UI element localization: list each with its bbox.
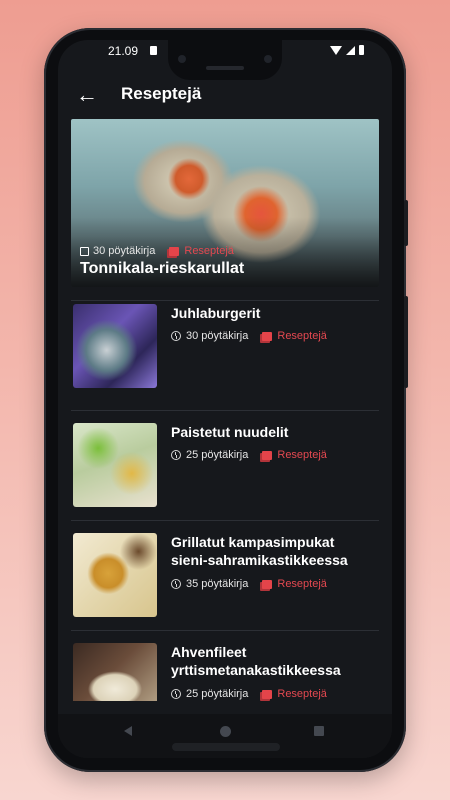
- list-item[interactable]: Ahvenfileet yrttismetanakastikkeessa 25 …: [71, 630, 379, 701]
- collection-icon: [169, 246, 180, 256]
- recipe-thumbnail: [73, 304, 157, 388]
- recipe-count: 35 pöytäkirja: [186, 578, 249, 590]
- recipe-title-line: sieni-sahramikastikkeessa: [171, 552, 348, 568]
- collection-icon: [262, 689, 273, 699]
- back-button[interactable]: ←: [72, 80, 102, 110]
- arrow-left-icon: ←: [76, 82, 98, 107]
- recipe-meta: 25 pöytäkirja Reseptejä: [171, 688, 327, 700]
- signal-icon: [346, 45, 355, 55]
- recipe-meta: 30 pöytäkirja Reseptejä: [171, 330, 327, 342]
- clock-icon: [171, 331, 181, 341]
- nav-recents-icon[interactable]: [314, 726, 324, 736]
- speaker-grille: [172, 743, 280, 751]
- power-button: [404, 200, 408, 246]
- camera-notch: [168, 40, 282, 80]
- recipe-count: 25 pöytäkirja: [186, 449, 249, 461]
- volume-button: [404, 296, 408, 388]
- system-nav-bar: [58, 714, 392, 758]
- earpiece: [206, 66, 244, 70]
- page-title: Reseptejä: [121, 84, 202, 103]
- app-bar: ← Reseptejä: [58, 76, 392, 116]
- clock-icon: [171, 579, 181, 589]
- app-screen: 21.09 ← Reseptejä 30 pöytäkirja Reseptej…: [58, 40, 392, 758]
- featured-recipe-card[interactable]: 30 pöytäkirja Reseptejä Tonnikala-rieska…: [71, 119, 379, 287]
- list-item[interactable]: Juhlaburgerit 30 pöytäkirja Reseptejä: [71, 300, 379, 411]
- recipe-title-line: Ahvenfileet: [171, 644, 247, 660]
- recipe-title: Juhlaburgerit: [171, 305, 261, 321]
- recipe-meta: 35 pöytäkirja Reseptejä: [171, 578, 327, 590]
- recipe-count: 30 pöytäkirja: [93, 245, 156, 257]
- recipe-category: Reseptejä: [277, 688, 327, 700]
- clock-icon: [171, 689, 181, 699]
- book-icon: [80, 246, 89, 256]
- recipe-title-line: yrttismetanakastikkeessa: [171, 662, 341, 678]
- recipe-count: 25 pöytäkirja: [186, 688, 249, 700]
- battery-icon: [359, 45, 364, 55]
- recipe-meta: 25 pöytäkirja Reseptejä: [171, 449, 327, 461]
- recipe-thumbnail: [73, 423, 157, 507]
- nav-back-icon[interactable]: [124, 726, 132, 736]
- recipe-thumbnail: [73, 533, 157, 617]
- front-camera-icon: [178, 55, 186, 63]
- sd-card-icon: [150, 46, 157, 55]
- recipe-title: Grillatut kampasimpukat sieni-sahramikas…: [171, 533, 376, 569]
- recipe-title-line: Grillatut kampasimpukat: [171, 534, 335, 550]
- status-time: 21.09: [108, 44, 139, 58]
- featured-recipe-title: Tonnikala-rieskarullat: [80, 260, 245, 277]
- recipe-category: Reseptejä: [184, 245, 234, 257]
- collection-icon: [262, 331, 273, 341]
- nav-home-icon[interactable]: [220, 726, 231, 737]
- wifi-icon: [330, 45, 342, 55]
- recipe-list[interactable]: 30 pöytäkirja Reseptejä Tonnikala-rieska…: [71, 119, 379, 701]
- clock-icon: [171, 450, 181, 460]
- recipe-category: Reseptejä: [277, 330, 327, 342]
- list-item[interactable]: Paistetut nuudelit 25 pöytäkirja Resepte…: [71, 410, 379, 521]
- recipe-count: 30 pöytäkirja: [186, 330, 249, 342]
- recipe-title: Ahvenfileet yrttismetanakastikkeessa: [171, 643, 376, 679]
- collection-icon: [262, 450, 273, 460]
- collection-icon: [262, 579, 273, 589]
- list-item[interactable]: Grillatut kampasimpukat sieni-sahramikas…: [71, 520, 379, 631]
- front-camera-icon: [264, 55, 272, 63]
- recipe-category: Reseptejä: [277, 578, 327, 590]
- recipe-category: Reseptejä: [277, 449, 327, 461]
- recipe-title: Paistetut nuudelit: [171, 424, 289, 440]
- featured-recipe-meta: 30 pöytäkirja Reseptejä: [80, 245, 234, 257]
- recipe-thumbnail: [73, 643, 157, 701]
